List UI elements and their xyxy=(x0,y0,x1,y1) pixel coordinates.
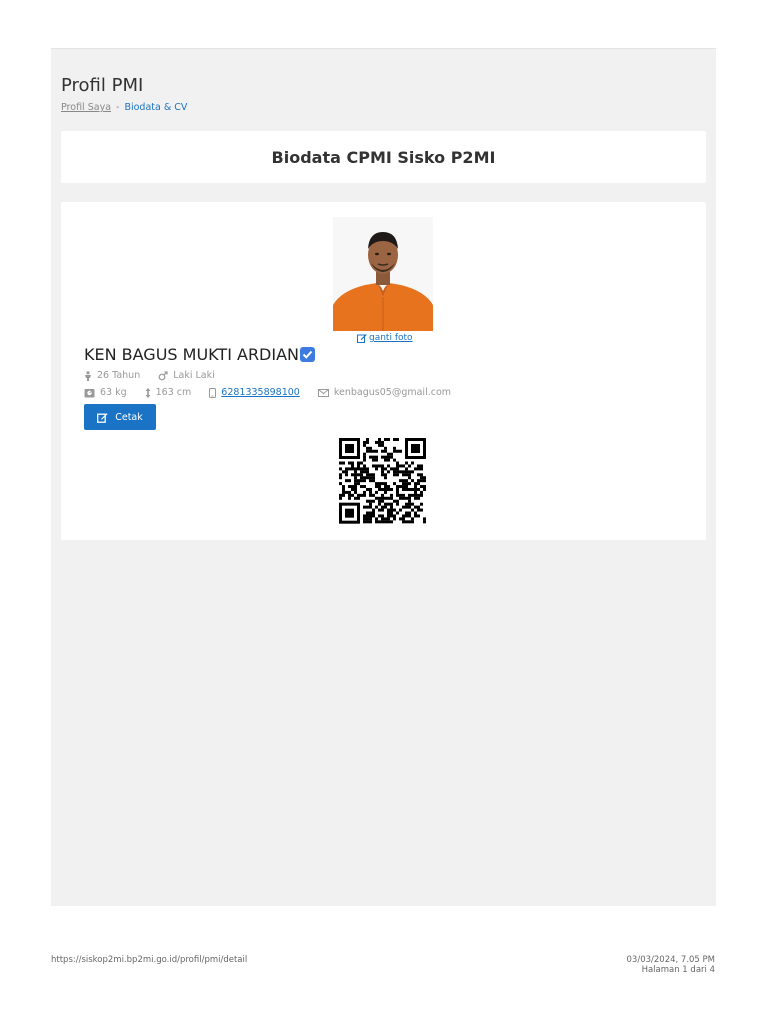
verified-check-icon xyxy=(300,347,316,362)
vertical-arrows-icon xyxy=(145,387,151,398)
envelope-icon xyxy=(317,388,329,397)
footer-info: 03/03/2024, 7.05 PM Halaman 1 dari 4 xyxy=(627,955,715,975)
breadcrumb: Profil Saya - Biodata & CV xyxy=(61,102,187,113)
print-button[interactable]: Cetak xyxy=(84,404,156,430)
person-icon xyxy=(85,370,91,381)
content-area: Profil PMI Profil Saya - Biodata & CV Bi… xyxy=(51,48,716,906)
height-value: 163 cm xyxy=(155,387,192,398)
phone-item: 6281335898100 xyxy=(209,387,300,398)
gender-item: Laki Laki xyxy=(158,370,215,381)
edit-icon xyxy=(97,412,108,423)
email-value: kenbagus05@gmail.com xyxy=(333,387,452,398)
profile-meta-row-1: 26 Tahun Laki Laki xyxy=(84,370,215,381)
phone-link[interactable]: 6281335898100 xyxy=(221,387,300,398)
weight-value: 63 kg xyxy=(100,387,127,398)
age-value: 26 Tahun xyxy=(97,370,141,381)
profile-card: ganti foto KEN BAGUS MUKTI ARDIAN 26 Tah… xyxy=(61,202,706,540)
age-item: 26 Tahun xyxy=(84,370,140,381)
edit-icon xyxy=(357,334,367,343)
breadcrumb-current: Biodata & CV xyxy=(124,102,188,113)
page-title: Profil PMI xyxy=(61,75,144,96)
male-icon xyxy=(158,370,168,380)
email-item: kenbagus05@gmail.com xyxy=(317,387,452,398)
profile-name: KEN BAGUS MUKTI ARDIAN xyxy=(84,345,300,364)
profile-photo xyxy=(333,217,433,331)
change-photo-link[interactable]: ganti foto xyxy=(357,333,413,343)
breadcrumb-link-profil-saya[interactable]: Profil Saya xyxy=(61,102,111,113)
footer-page-number: Halaman 1 dari 4 xyxy=(641,965,715,975)
gender-value: Laki Laki xyxy=(173,370,215,381)
person-photo-icon xyxy=(333,217,433,331)
weight-item: 63 kg xyxy=(84,387,127,398)
footer-datetime: 03/03/2024, 7.05 PM xyxy=(626,955,715,965)
card-title: Biodata CPMI Sisko P2MI xyxy=(271,147,496,167)
title-card: Biodata CPMI Sisko P2MI xyxy=(61,131,706,183)
change-photo-label: ganti foto xyxy=(369,333,413,343)
footer-url: https://siskop2mi.bp2mi.go.id/profil/pmi… xyxy=(51,955,248,965)
profile-meta-row-2: 63 kg 163 cm 6281335898100 kenbagus05@gm… xyxy=(84,387,451,398)
scale-icon xyxy=(84,388,95,397)
breadcrumb-separator: - xyxy=(116,102,120,113)
page: Profil PMI Profil Saya - Biodata & CV Bi… xyxy=(0,0,768,1024)
qr-code xyxy=(339,438,426,524)
height-item: 163 cm xyxy=(145,387,192,398)
print-button-label: Cetak xyxy=(115,411,143,423)
name-row: KEN BAGUS MUKTI ARDIAN xyxy=(84,345,316,364)
mobile-phone-icon xyxy=(209,387,217,398)
